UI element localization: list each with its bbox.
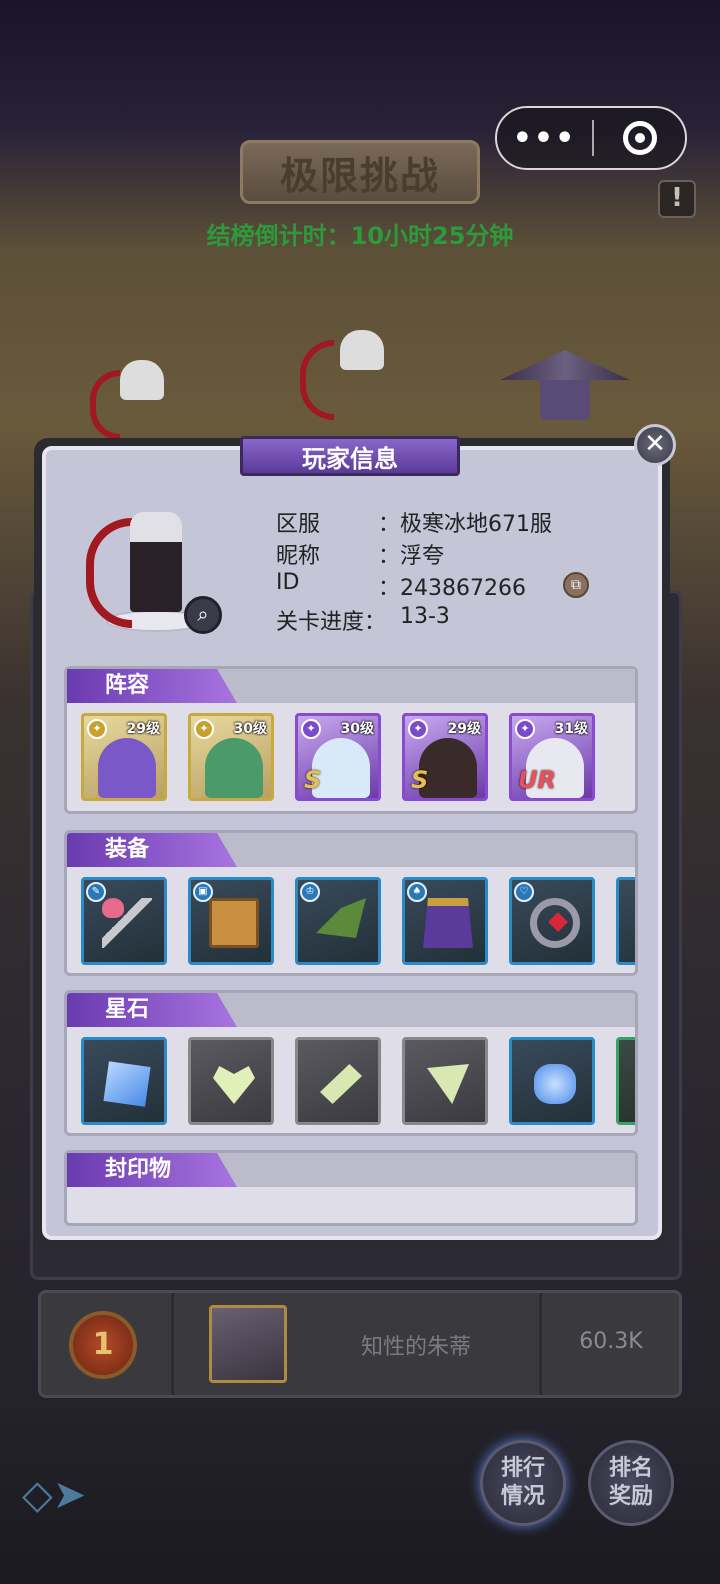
cape-icon bbox=[423, 898, 473, 948]
miniprogram-capsule[interactable]: ••• bbox=[495, 106, 687, 170]
info-value-nickname: ：浮夸 bbox=[378, 544, 445, 569]
more-menu-icon[interactable]: ••• bbox=[497, 121, 592, 156]
info-value-server: ：极寒冰地671服 bbox=[378, 512, 552, 537]
target-icon bbox=[622, 121, 657, 155]
lineup-header: 阵容 bbox=[67, 669, 237, 703]
starstone-slot-4[interactable] bbox=[402, 1037, 488, 1125]
hero-slot-4[interactable]: ✦ 29级 S bbox=[402, 713, 488, 801]
player-avatar[interactable] bbox=[209, 1305, 287, 1383]
blue-square-gem-icon bbox=[103, 1061, 151, 1107]
hero-level: 31级 bbox=[554, 721, 588, 737]
close-button[interactable]: ✕ bbox=[634, 424, 676, 466]
info-value-id: ：243867266 bbox=[378, 576, 526, 601]
copy-icon[interactable]: ⧉ bbox=[563, 572, 589, 598]
starstone-slot-6[interactable] bbox=[616, 1037, 635, 1125]
class-icon: ✦ bbox=[87, 719, 107, 739]
player-name: 知性的朱蒂 bbox=[360, 1335, 471, 1360]
ranking-row[interactable]: 1 知性的朱蒂 60.3K bbox=[38, 1290, 682, 1398]
class-icon: ✦ bbox=[194, 719, 214, 739]
hero-level: 30级 bbox=[233, 721, 267, 737]
equipment-section: 装备 ✎ ▣ ♔ ♠ ♡ bbox=[64, 830, 638, 976]
modal-title: 玩家信息 bbox=[240, 436, 460, 476]
green-heart-gem-icon bbox=[213, 1066, 255, 1104]
ranking-countdown: 结榜倒计时：10小时25分钟 bbox=[206, 222, 514, 250]
info-label-nickname: 昵称 bbox=[276, 544, 321, 569]
rank-reward-button[interactable]: 排名 奖励 bbox=[588, 1440, 674, 1526]
equip-slot-2[interactable]: ▣ bbox=[188, 877, 274, 965]
hero-slot-2[interactable]: ✦ 30级 bbox=[188, 713, 274, 801]
equip-slot-1[interactable]: ✎ bbox=[81, 877, 167, 965]
character-sprite bbox=[130, 512, 182, 612]
starstone-section: 星石 bbox=[64, 990, 638, 1136]
info-label-server: 区服 bbox=[276, 512, 321, 537]
class-icon: ✦ bbox=[515, 719, 535, 739]
page-title: 极限挑战 bbox=[240, 140, 480, 204]
book-icon bbox=[209, 898, 259, 948]
starstone-header: 星石 bbox=[67, 993, 237, 1027]
class-icon: ✦ bbox=[408, 719, 428, 739]
info-value-progress: 13-3 bbox=[400, 604, 450, 629]
bracelet-icon bbox=[530, 898, 580, 948]
rarity-badge: UR bbox=[518, 766, 556, 794]
green-triangle-gem-icon bbox=[427, 1064, 469, 1104]
seal-section: 封印物 bbox=[64, 1150, 638, 1226]
blue-round-gem-icon bbox=[534, 1064, 576, 1104]
info-label-progress: 关卡进度： bbox=[276, 610, 387, 635]
equip-slot-4[interactable]: ♠ bbox=[402, 877, 488, 965]
player-score: 60.3K bbox=[579, 1329, 643, 1354]
bottom-nav: ◇➤ 排行 情况 排名 奖励 bbox=[0, 1410, 720, 1584]
equip-slot-5[interactable]: ♡ bbox=[509, 877, 595, 965]
starstone-slot-5[interactable] bbox=[509, 1037, 595, 1125]
magnify-icon[interactable]: ⌕ bbox=[184, 596, 222, 634]
starstone-slot-2[interactable] bbox=[188, 1037, 274, 1125]
equip-slot-6[interactable] bbox=[616, 877, 635, 965]
starstone-slot-3[interactable] bbox=[295, 1037, 381, 1125]
seal-header: 封印物 bbox=[67, 1153, 237, 1187]
wand-icon bbox=[102, 898, 152, 948]
hero-slot-3[interactable]: ✦ 30级 S bbox=[295, 713, 381, 801]
rank-badge: 1 bbox=[69, 1311, 137, 1379]
scythe-icon bbox=[86, 518, 132, 628]
rarity-badge: S bbox=[411, 766, 429, 794]
podium-hero-right bbox=[500, 340, 630, 430]
podium-hero-center bbox=[300, 320, 410, 430]
podium-hero-left bbox=[90, 350, 190, 440]
hat-icon bbox=[316, 898, 366, 938]
hero-slot-5[interactable]: ✦ 31级 UR bbox=[509, 713, 595, 801]
hero-level: 30级 bbox=[340, 721, 374, 737]
hero-slot-1[interactable]: ✦ 29级 bbox=[81, 713, 167, 801]
help-button[interactable]: ! bbox=[658, 180, 696, 218]
info-label-id: ID bbox=[276, 570, 300, 595]
rank-status-button[interactable]: 排行 情况 bbox=[480, 1440, 566, 1526]
hero-level: 29级 bbox=[126, 721, 160, 737]
equipment-header: 装备 bbox=[67, 833, 237, 867]
close-miniprogram-button[interactable] bbox=[594, 121, 685, 155]
equip-slot-3[interactable]: ♔ bbox=[295, 877, 381, 965]
player-avatar-large: ⌕ bbox=[86, 500, 226, 640]
starstone-slot-1[interactable] bbox=[81, 1037, 167, 1125]
lineup-section: 阵容 ✦ 29级 ✦ 30级 ✦ 30级 S ✦ 29级 S ✦ 31级 UR bbox=[64, 666, 638, 814]
game-logo-icon: ◇➤ bbox=[22, 1472, 87, 1518]
class-icon: ✦ bbox=[301, 719, 321, 739]
hero-level: 29级 bbox=[447, 721, 481, 737]
green-diamond-gem-icon bbox=[320, 1064, 362, 1104]
rarity-badge: S bbox=[304, 766, 322, 794]
